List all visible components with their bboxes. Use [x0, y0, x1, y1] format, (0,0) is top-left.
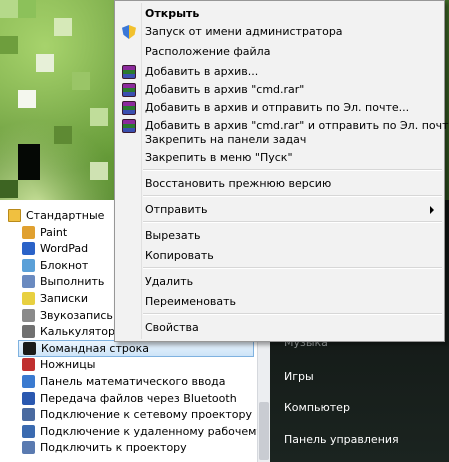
menu-separator — [143, 195, 442, 197]
program-label: Панель математического ввода — [40, 374, 226, 388]
menu-separator — [143, 221, 442, 223]
menu-item-pin-to-start[interactable]: Закрепить в меню "Пуск" — [117, 148, 442, 168]
menu-item-label: Добавить в архив и отправить по Эл. почт… — [145, 101, 410, 114]
menu-item-label: Восстановить прежнюю версию — [145, 177, 332, 190]
menu-item-send-to[interactable]: Отправить — [117, 200, 442, 220]
program-icon — [22, 441, 35, 455]
menu-item-pin-to-taskbar[interactable]: Закрепить на панели задач — [117, 130, 442, 150]
menu-item-label: Вырезать — [145, 229, 201, 242]
menu-item-label: Удалить — [145, 275, 194, 288]
winrar-icon — [122, 83, 136, 97]
program-item[interactable]: Подключение к сетевому проектору — [22, 407, 258, 423]
program-icon — [22, 291, 35, 305]
menu-item-label: Свойства — [145, 321, 199, 334]
program-icon — [22, 225, 35, 239]
program-icon — [22, 258, 35, 272]
menu-item-cut[interactable]: Вырезать — [117, 226, 442, 246]
menu-separator — [143, 169, 442, 171]
program-icon — [22, 308, 35, 322]
program-icon — [22, 275, 35, 289]
menu-separator — [143, 267, 442, 269]
menu-item-add-to-archive[interactable]: Добавить в архив... — [117, 62, 442, 82]
menu-item-file-location[interactable]: Расположение файла — [117, 42, 442, 62]
submenu-arrow-icon — [430, 206, 434, 214]
program-icon — [22, 325, 35, 339]
program-label: Подключение к сетевому проектору — [40, 408, 253, 422]
menu-item-properties[interactable]: Свойства — [117, 318, 442, 338]
menu-item-label: Расположение файла — [145, 45, 271, 58]
menu-item-delete[interactable]: Удалить — [117, 272, 442, 292]
program-icon — [22, 374, 35, 388]
program-item[interactable]: Панель математического ввода — [22, 373, 258, 389]
right-item-control-panel[interactable]: Панель управления — [284, 433, 399, 446]
menu-item-label: Запуск от имени администратора — [145, 25, 343, 38]
scrollbar[interactable] — [257, 342, 270, 462]
menu-separator — [143, 313, 442, 315]
scrollbar-thumb[interactable] — [259, 402, 269, 460]
winrar-icon — [122, 101, 136, 115]
program-label: Передача файлов через Bluetooth — [40, 391, 237, 405]
menu-item-label: Закрепить в меню "Пуск" — [145, 151, 293, 164]
program-label: WordPad — [40, 242, 89, 256]
program-icon — [22, 391, 35, 405]
menu-item-label: Добавить в архив "cmd.rar" — [145, 83, 305, 96]
program-icon — [23, 342, 36, 356]
menu-item-label: Копировать — [145, 249, 214, 262]
folder-label: Стандартные — [26, 208, 105, 222]
menu-item-label: Добавить в архив... — [145, 65, 259, 78]
program-item[interactable]: Ножницы — [22, 357, 258, 373]
program-label: Подключить к проектору — [40, 441, 187, 455]
program-label: Командная строка — [41, 342, 149, 356]
menu-item-add-to-cmd-rar[interactable]: Добавить в архив "cmd.rar" — [117, 80, 442, 100]
right-item-computer[interactable]: Компьютер — [284, 401, 350, 414]
menu-item-copy[interactable]: Копировать — [117, 246, 442, 266]
menu-item-label: Открыть — [145, 7, 200, 20]
program-item[interactable]: Подключить к проектору — [22, 440, 258, 456]
program-label: Записки — [40, 291, 88, 305]
menu-item-rename[interactable]: Переименовать — [117, 292, 442, 312]
menu-item-label: Закрепить на панели задач — [145, 133, 307, 146]
program-label: Paint — [40, 225, 68, 239]
program-item[interactable]: Передача файлов через Bluetooth — [22, 390, 258, 406]
winrar-icon — [122, 65, 136, 79]
program-icon — [22, 408, 35, 422]
program-label: Ножницы — [40, 358, 96, 372]
program-label: Калькулятор — [40, 325, 115, 339]
program-icon — [22, 424, 35, 438]
program-label: Звукозапись — [40, 308, 113, 322]
program-item[interactable]: Подключение к удаленному рабочему столу — [22, 423, 299, 439]
program-icon — [22, 358, 35, 372]
context-menu: Открыть Запуск от имени администратора Рас… — [114, 0, 449, 342]
program-item[interactable]: Командная строка — [18, 340, 254, 358]
right-item-games[interactable]: Игры — [284, 370, 314, 383]
menu-item-open[interactable]: Открыть — [117, 4, 442, 24]
program-icon — [22, 242, 35, 256]
menu-item-label: Переименовать — [145, 295, 237, 308]
program-label: Выполнить — [40, 275, 105, 289]
program-label: Блокнот — [40, 258, 89, 272]
menu-item-run-as-admin[interactable]: Запуск от имени администратора — [117, 22, 442, 42]
uac-shield-icon — [122, 25, 136, 39]
menu-item-restore-previous-versions[interactable]: Восстановить прежнюю версию — [117, 174, 442, 194]
menu-item-archive-and-email[interactable]: Добавить в архив и отправить по Эл. почт… — [117, 98, 442, 118]
menu-item-label: Отправить — [145, 203, 208, 216]
folder-icon — [8, 208, 21, 222]
